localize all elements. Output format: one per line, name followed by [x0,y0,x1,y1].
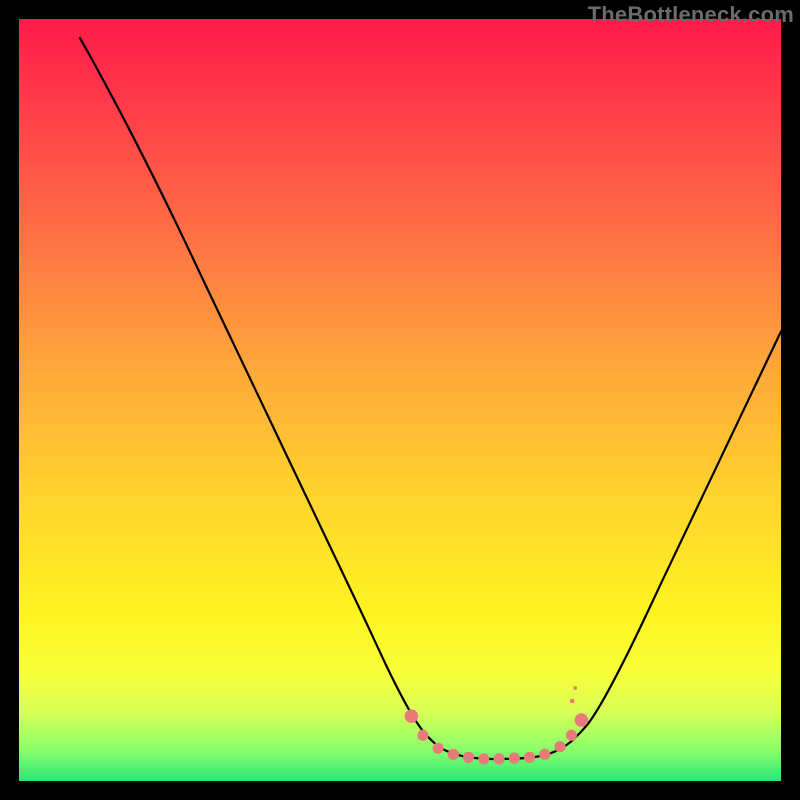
chart-frame [19,19,781,781]
floor-marker-dot [566,730,577,741]
floor-marker-speck [570,699,575,704]
floor-marker-dot [554,741,565,752]
floor-marker-dot [433,743,444,754]
watermark-text: TheBottleneck.com [588,2,794,28]
floor-marker-dot [524,752,535,763]
floor-marker-dot [417,730,428,741]
floor-marker-dot [405,709,419,723]
floor-marker-dot [575,713,589,727]
floor-marker-speck [573,686,577,690]
floor-marker-dot [493,753,504,764]
floor-marker-dot [509,753,520,764]
bottleneck-chart [19,19,781,781]
floor-marker-dot [539,749,550,760]
gradient-background [19,19,781,781]
floor-marker-dot [448,749,459,760]
floor-marker-dot [478,753,489,764]
floor-marker-dot [463,752,474,763]
